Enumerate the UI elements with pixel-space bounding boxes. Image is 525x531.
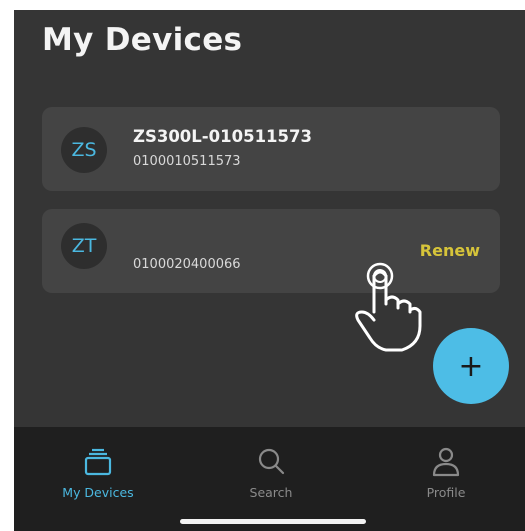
nav-label: My Devices <box>62 485 134 500</box>
profile-icon <box>432 447 460 477</box>
device-id: 0100010511573 <box>133 154 241 169</box>
search-icon <box>258 448 285 475</box>
devices-icon <box>84 448 112 476</box>
renew-button[interactable]: Renew <box>420 241 480 260</box>
home-indicator <box>180 519 366 524</box>
hand-pointer-icon <box>355 262 422 352</box>
nav-label: Search <box>249 485 293 500</box>
add-device-button[interactable]: + <box>433 328 509 404</box>
nav-item-search[interactable]: Search <box>211 445 331 500</box>
device-id: 0100020400066 <box>133 257 241 272</box>
app-screen: My Devices ZS ZS300L-010511573 010001051… <box>14 10 525 531</box>
device-name: ZS300L-010511573 <box>133 127 312 146</box>
nav-item-my-devices[interactable]: My Devices <box>38 445 158 500</box>
nav-label: Profile <box>426 485 466 500</box>
bottom-nav: My Devices Search Profile <box>14 427 525 531</box>
device-card[interactable]: ZS ZS300L-010511573 0100010511573 <box>42 107 500 191</box>
plus-icon: + <box>458 348 484 384</box>
device-avatar: ZT <box>61 223 107 269</box>
device-card[interactable]: ZT 0100020400066 Renew <box>42 209 500 293</box>
device-avatar: ZS <box>61 127 107 173</box>
page-title: My Devices <box>42 22 243 58</box>
nav-item-profile[interactable]: Profile <box>386 445 506 500</box>
